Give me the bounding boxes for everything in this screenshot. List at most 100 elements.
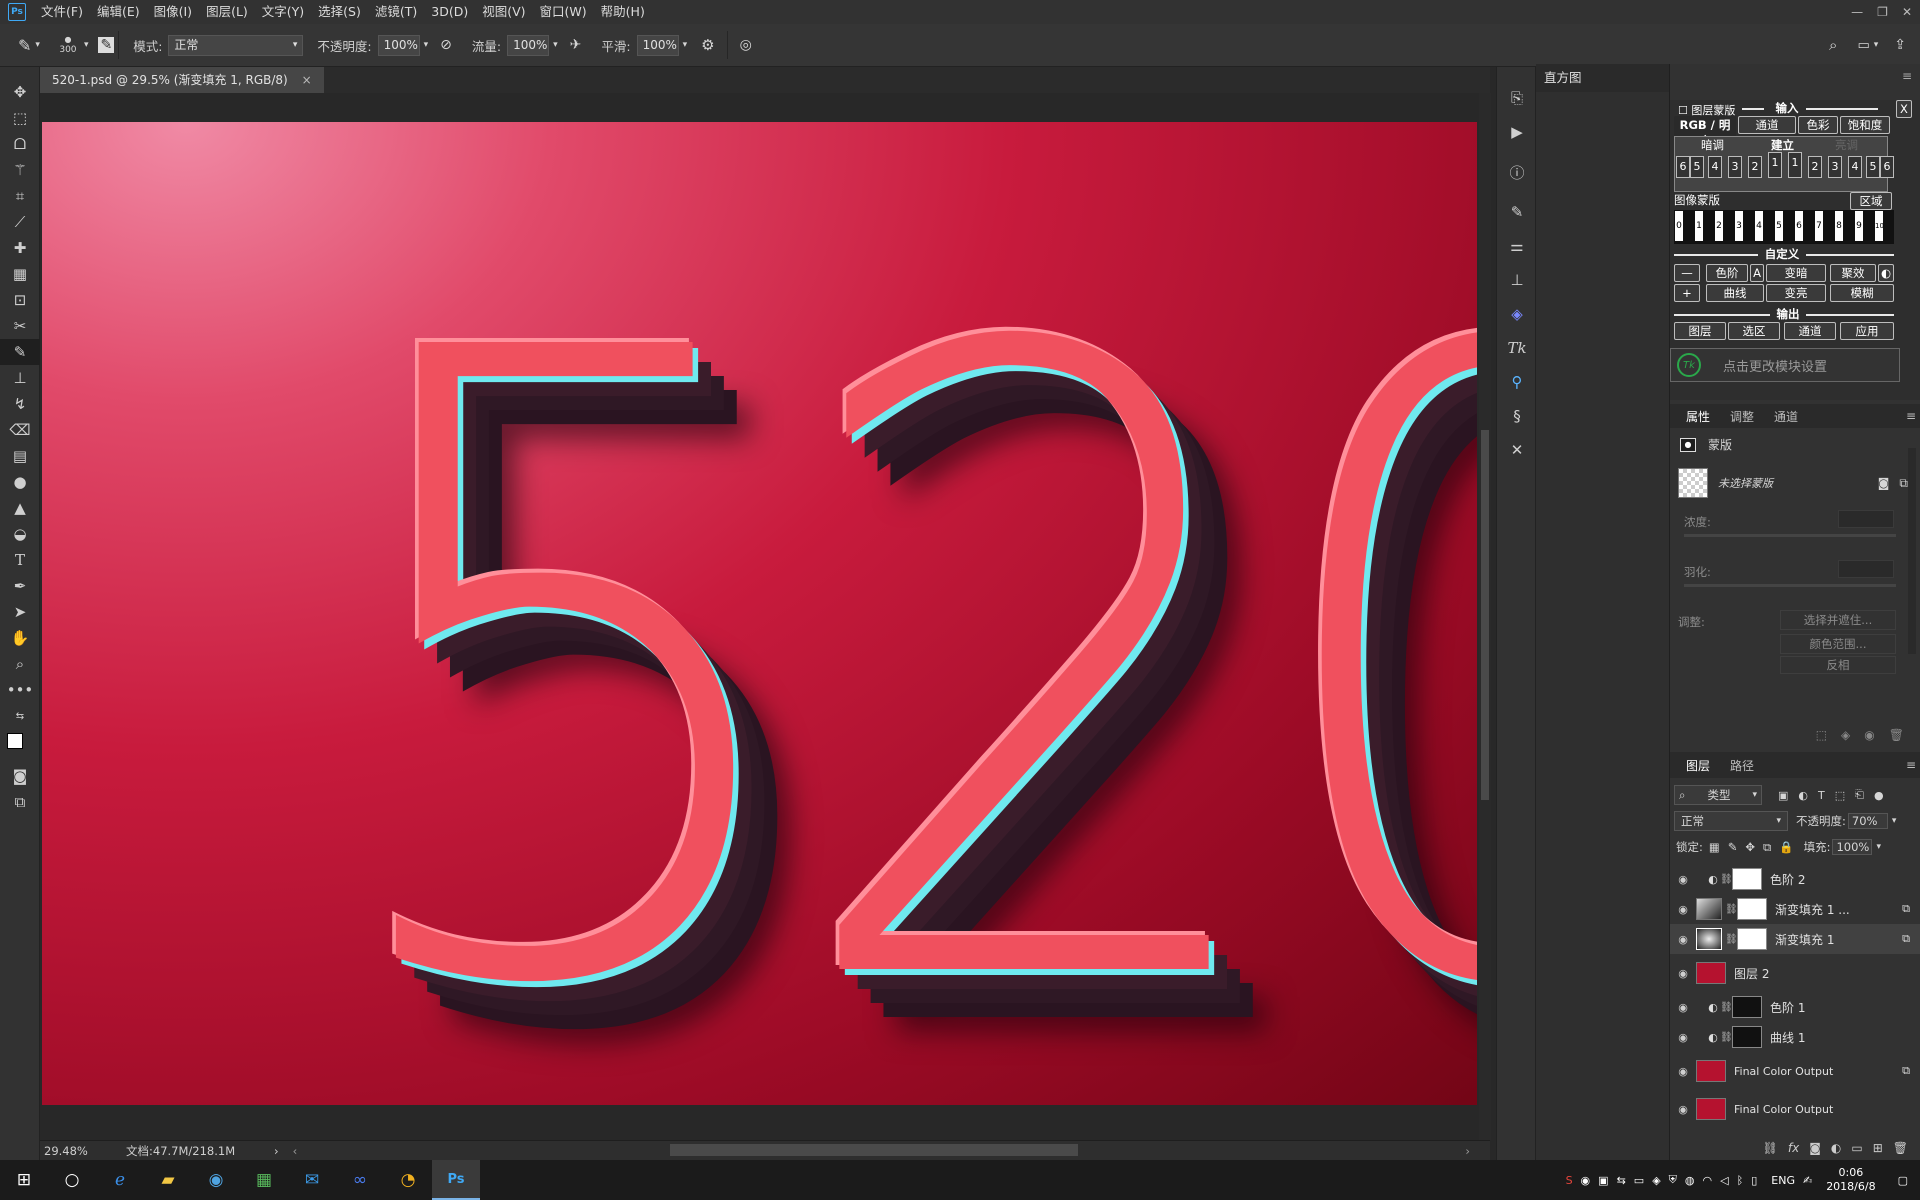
gear-icon[interactable]: ⚙ bbox=[701, 36, 714, 54]
close-button[interactable]: X bbox=[1896, 100, 1912, 118]
panel-menu-icon[interactable]: ≡ bbox=[1896, 758, 1920, 772]
app-circle-icon[interactable]: ◉ bbox=[192, 1160, 240, 1200]
bright-level-2[interactable]: 2 bbox=[1808, 156, 1822, 178]
mail-app-icon[interactable]: ✉ bbox=[288, 1160, 336, 1200]
color-swatches-icon[interactable] bbox=[0, 729, 40, 763]
link-icon[interactable]: ⛓ bbox=[1725, 904, 1738, 915]
tk-panel-icon[interactable]: Tk bbox=[1497, 331, 1537, 365]
menu-type[interactable]: 文字(Y) bbox=[255, 0, 311, 24]
zone-key-2[interactable]: 2 bbox=[1714, 210, 1724, 242]
nox-app-icon[interactable]: ◔ bbox=[384, 1160, 432, 1200]
layer-thumbnail[interactable] bbox=[1696, 1098, 1726, 1120]
dark-level-3[interactable]: 3 bbox=[1728, 156, 1742, 178]
tab-properties[interactable]: 属性 bbox=[1676, 408, 1720, 425]
tab-channels[interactable]: 通道 bbox=[1764, 408, 1808, 425]
load-selection-icon[interactable]: ⬚ bbox=[1816, 728, 1827, 742]
zone-key-9[interactable]: 9 bbox=[1854, 210, 1864, 242]
bright-level-3[interactable]: 3 bbox=[1828, 156, 1842, 178]
horizontal-scroll-thumb[interactable] bbox=[670, 1144, 1078, 1156]
eye-icon[interactable]: ◉ bbox=[1670, 967, 1696, 980]
bright-level-4[interactable]: 4 bbox=[1848, 156, 1862, 178]
minimize-icon[interactable]: — bbox=[1851, 5, 1863, 19]
smoothing-input[interactable]: 100% bbox=[636, 34, 679, 56]
vertical-scroll-thumb[interactable] bbox=[1481, 430, 1489, 800]
new-layer-icon[interactable]: ⊞ bbox=[1873, 1141, 1883, 1155]
menu-image[interactable]: 图像(I) bbox=[147, 0, 199, 24]
cortana-icon[interactable]: ○ bbox=[48, 1160, 96, 1200]
airbrush-icon[interactable]: ✈ bbox=[570, 37, 582, 53]
swap-colors-icon[interactable]: ⇆ bbox=[0, 703, 40, 729]
frame-tool-icon[interactable]: ⊡ bbox=[0, 287, 40, 313]
flow-input[interactable]: 100% bbox=[507, 34, 550, 56]
gradient-thumbnail[interactable] bbox=[1696, 898, 1722, 920]
new-adjustment-icon[interactable]: ◐ bbox=[1831, 1141, 1841, 1155]
chevron-down-icon[interactable]: ▾ bbox=[683, 40, 688, 50]
notification-icon[interactable]: ▢ bbox=[1898, 1174, 1908, 1187]
history-panel-icon[interactable]: ⎘ bbox=[1497, 81, 1537, 115]
plus-button[interactable]: + bbox=[1674, 284, 1700, 302]
filter-adjustment-icon[interactable]: ◐ bbox=[1798, 789, 1808, 802]
dark-level-4[interactable]: 4 bbox=[1708, 156, 1722, 178]
blur-button[interactable]: 模糊 bbox=[1830, 284, 1894, 302]
eraser-plugin-icon[interactable]: ◈ bbox=[1497, 297, 1537, 331]
bluetooth-icon[interactable]: ᛒ bbox=[1737, 1174, 1744, 1187]
history-brush-tool-icon[interactable]: ↯ bbox=[0, 391, 40, 417]
chevron-down-icon[interactable]: ▾ bbox=[424, 40, 429, 50]
feather-slider[interactable] bbox=[1684, 584, 1896, 587]
lock-transparency-icon[interactable]: ▦ bbox=[1709, 840, 1720, 854]
filter-shape-icon[interactable]: ⬚ bbox=[1835, 789, 1845, 802]
output-layer-button[interactable]: 图层 bbox=[1674, 322, 1726, 340]
eye-icon[interactable]: ◉ bbox=[1670, 1103, 1696, 1116]
healing-brush-tool-icon[interactable]: ✚ bbox=[0, 235, 40, 261]
output-selection-button[interactable]: 选区 bbox=[1728, 322, 1780, 340]
eye-icon[interactable]: ◉ bbox=[1670, 1001, 1696, 1014]
eraser-tool-icon[interactable]: ⌫ bbox=[0, 417, 40, 443]
tray-app-icon[interactable]: ▣ bbox=[1598, 1174, 1608, 1187]
filter-pixel-icon[interactable]: ▣ bbox=[1778, 789, 1788, 802]
panel-menu-icon[interactable]: ≡ bbox=[1902, 69, 1912, 83]
add-mask-icon[interactable]: ◙ bbox=[1809, 1141, 1821, 1155]
density-input[interactable] bbox=[1838, 510, 1894, 528]
wifi-icon[interactable]: ◠ bbox=[1703, 1174, 1713, 1187]
minus-button[interactable]: — bbox=[1674, 264, 1700, 282]
eye-icon[interactable]: ◉ bbox=[1670, 1065, 1696, 1078]
opacity-input[interactable]: 100% bbox=[377, 34, 420, 56]
fill-value[interactable]: 100% bbox=[1832, 839, 1873, 855]
patch-tool-icon[interactable]: ▦ bbox=[0, 261, 40, 287]
language-indicator[interactable]: ENG bbox=[1771, 1174, 1795, 1187]
link-layers-icon[interactable]: ⛓ bbox=[1763, 1141, 1778, 1155]
chevron-down-icon[interactable]: ▾ bbox=[553, 40, 558, 50]
brush-preset-picker[interactable]: ● 300 bbox=[54, 34, 82, 56]
dark-level-2[interactable]: 2 bbox=[1748, 156, 1762, 178]
eye-icon[interactable]: ◉ bbox=[1670, 903, 1696, 916]
pressure-size-icon[interactable]: ◎ bbox=[740, 37, 752, 53]
close-icon[interactable]: × bbox=[302, 73, 312, 87]
trash-icon[interactable]: 🗑 bbox=[1889, 728, 1904, 742]
zone-key-1[interactable]: 1 bbox=[1694, 210, 1704, 242]
tray-app-icon[interactable]: ◍ bbox=[1685, 1174, 1695, 1187]
actions-play-icon[interactable]: ▶ bbox=[1497, 115, 1537, 149]
layer-mask-thumbnail[interactable] bbox=[1732, 996, 1762, 1018]
browser-icon[interactable]: ℯ bbox=[96, 1160, 144, 1200]
apply-button[interactable]: 应用 bbox=[1840, 322, 1894, 340]
link-icon[interactable]: ⛓ bbox=[1720, 1002, 1733, 1013]
lock-artboard-icon[interactable]: ⧉ bbox=[1763, 840, 1771, 855]
dark-level-6[interactable]: 6 bbox=[1676, 156, 1690, 178]
channel-button[interactable]: 通道 bbox=[1738, 116, 1796, 134]
color-range-button[interactable]: 颜色范围... bbox=[1780, 634, 1896, 654]
filter-toggle-icon[interactable]: ● bbox=[1874, 789, 1884, 802]
path-selection-tool-icon[interactable]: ➤ bbox=[0, 599, 40, 625]
quick-mask-icon[interactable]: ◙ bbox=[0, 763, 40, 789]
layer-thumbnail[interactable] bbox=[1696, 1060, 1726, 1082]
link-icon[interactable]: ⛓ bbox=[1720, 874, 1733, 885]
info-icon[interactable]: ⓘ bbox=[1497, 155, 1537, 189]
chevron-down-icon[interactable]: ▾ bbox=[1892, 816, 1897, 826]
more-tools-icon[interactable]: ••• bbox=[0, 677, 40, 703]
share-icon[interactable]: ⇪ bbox=[1894, 37, 1906, 53]
eye-icon[interactable]: ◉ bbox=[1670, 873, 1696, 886]
brighten-button[interactable]: 变亮 bbox=[1766, 284, 1826, 302]
vector-mask-icon[interactable]: ⧉ bbox=[1899, 476, 1908, 491]
chevron-down-icon[interactable]: ▾ bbox=[1874, 40, 1879, 50]
zone-key-8[interactable]: 8 bbox=[1834, 210, 1844, 242]
eyedropper-tool-icon[interactable]: ⟋ bbox=[0, 209, 40, 235]
